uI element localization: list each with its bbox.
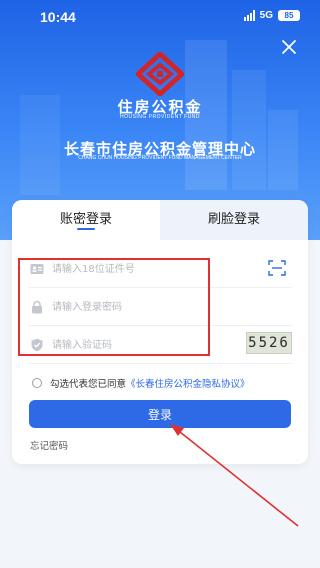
agreement-checkbox[interactable] xyxy=(32,378,42,388)
status-bar: 10:44 5G 85 xyxy=(0,0,320,34)
brand-name-en: HOUSING PROVIDENT FUND xyxy=(119,114,201,120)
login-tabs: 账密登录 刷脸登录 xyxy=(12,200,308,240)
agreement-row: 勾选代表您已同意《长春住房公积金隐私协议》 xyxy=(32,376,302,392)
network-type: 5G xyxy=(259,10,273,21)
signal-icon xyxy=(243,10,255,21)
forgot-password-link[interactable]: 忘记密码 xyxy=(30,438,68,452)
logo-icon xyxy=(136,52,184,96)
battery-icon: 85 xyxy=(278,10,300,21)
tab-active-indicator xyxy=(77,228,95,230)
annotation-highlight-box xyxy=(18,258,210,356)
agreement-text: 勾选代表您已同意 xyxy=(50,379,127,390)
scan-icon[interactable] xyxy=(268,260,286,276)
status-time: 10:44 xyxy=(40,9,76,25)
close-icon[interactable] xyxy=(280,38,298,56)
login-button[interactable]: 登录 xyxy=(29,400,291,428)
tab-label: 账密登录 xyxy=(59,212,112,227)
center-title-en: CHANG CHUN HOUSING PROVIDENT FUND MANAGE… xyxy=(78,155,242,161)
building-decoration xyxy=(232,70,266,190)
tab-face-login[interactable]: 刷脸登录 xyxy=(160,200,308,240)
tab-label: 刷脸登录 xyxy=(207,212,260,227)
captcha-image[interactable]: 5526 xyxy=(246,332,292,354)
privacy-agreement-link[interactable]: 《长春住房公积金隐私协议》 xyxy=(126,379,250,390)
tab-password-login[interactable]: 账密登录 xyxy=(12,200,160,240)
